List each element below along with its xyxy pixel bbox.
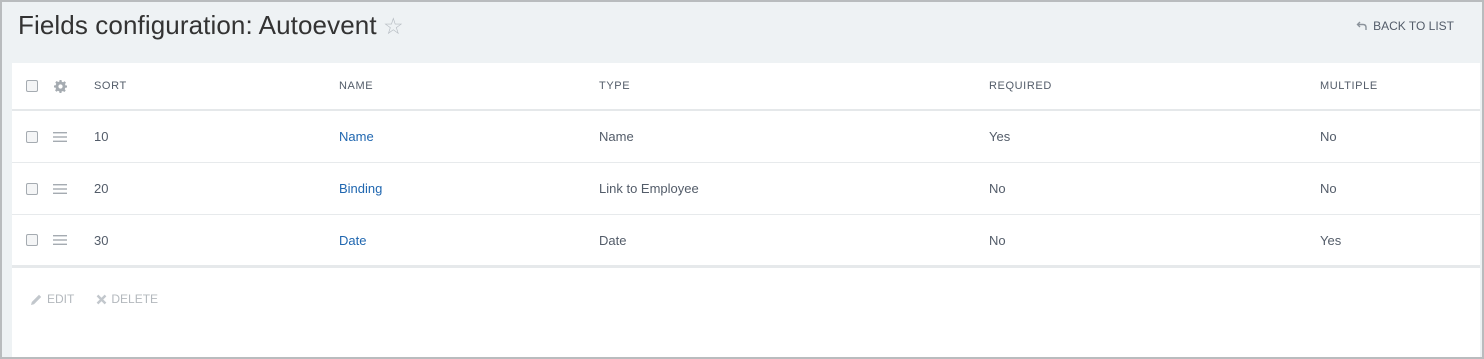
table-row[interactable]: 30 Date Date No Yes	[12, 215, 1480, 268]
table-row[interactable]: 20 Binding Link to Employee No No	[12, 163, 1480, 215]
cell-name-link[interactable]: Date	[339, 215, 366, 265]
delete-button[interactable]: DELETE	[96, 292, 158, 306]
column-header-type[interactable]: TYPE	[599, 63, 630, 109]
cell-type: Link to Employee	[599, 181, 699, 196]
menu-icon	[53, 235, 67, 245]
cell-multiple: No	[1320, 129, 1337, 144]
page-header: Fields configuration: Autoevent ☆ BACK T…	[2, 2, 1482, 63]
cell-type: Date	[599, 232, 627, 248]
row-actions-button[interactable]	[52, 163, 68, 214]
cell-required: Yes	[989, 129, 1011, 144]
return-arrow-icon	[1356, 21, 1367, 30]
row-actions-button[interactable]	[52, 215, 68, 265]
pencil-icon	[31, 294, 42, 305]
back-to-list-button[interactable]: BACK TO LIST	[1356, 19, 1454, 33]
fields-table: SORT NAME TYPE REQUIRED MULTIPLE 10 Name…	[12, 63, 1480, 357]
table-row[interactable]: 10 Name Name Yes No	[12, 111, 1480, 163]
column-settings-button[interactable]	[52, 63, 68, 109]
close-icon	[96, 294, 107, 304]
gear-icon	[53, 79, 67, 93]
menu-icon	[53, 131, 67, 142]
cell-required: No	[989, 181, 1006, 196]
cell-multiple: Yes	[1320, 232, 1342, 248]
select-all-checkbox[interactable]	[26, 63, 38, 109]
window-frame: Fields configuration: Autoevent ☆ BACK T…	[0, 0, 1484, 359]
column-header-required[interactable]: REQUIRED	[989, 63, 1052, 109]
edit-label: EDIT	[47, 292, 75, 306]
cell-sort: 20	[94, 181, 109, 196]
page-title: Fields configuration: Autoevent	[18, 10, 377, 40]
cell-sort: 10	[94, 129, 109, 144]
cell-multiple: No	[1320, 181, 1337, 196]
column-header-sort[interactable]: SORT	[94, 63, 127, 109]
cell-type: Name	[599, 129, 634, 144]
cell-sort: 30	[94, 232, 109, 248]
back-to-list-label: BACK TO LIST	[1373, 19, 1454, 33]
menu-icon	[53, 183, 67, 194]
group-actions-bar: EDIT DELETE	[30, 292, 158, 306]
cell-required: No	[989, 232, 1006, 248]
row-checkbox[interactable]	[26, 111, 38, 162]
star-icon[interactable]: ☆	[383, 12, 404, 40]
cell-name-link[interactable]: Name	[339, 111, 374, 162]
row-checkbox[interactable]	[26, 215, 38, 265]
row-checkbox[interactable]	[26, 163, 38, 214]
table-header-row: SORT NAME TYPE REQUIRED MULTIPLE	[12, 63, 1480, 111]
column-header-name[interactable]: NAME	[339, 63, 373, 109]
cell-name-link[interactable]: Binding	[339, 163, 382, 214]
row-actions-button[interactable]	[52, 111, 68, 162]
column-header-multiple[interactable]: MULTIPLE	[1320, 63, 1378, 109]
delete-label: DELETE	[111, 292, 159, 306]
edit-button[interactable]: EDIT	[30, 292, 74, 306]
